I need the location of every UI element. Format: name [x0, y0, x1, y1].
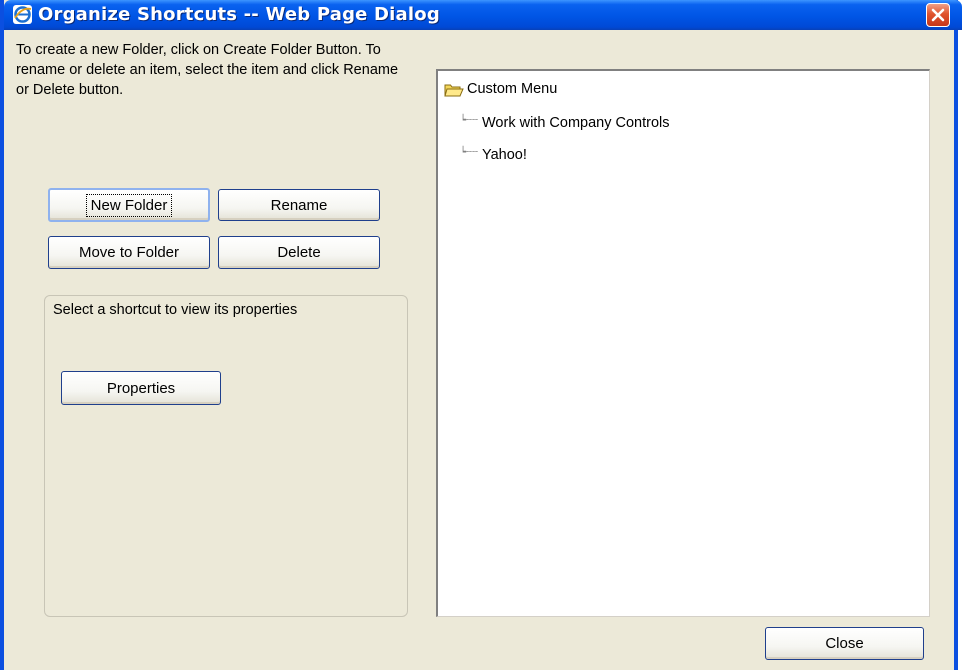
delete-button[interactable]: Delete	[218, 236, 380, 269]
rename-label: Rename	[270, 196, 328, 214]
ie-icon	[13, 5, 32, 24]
move-to-folder-button[interactable]: Move to Folder	[48, 236, 210, 269]
move-to-folder-label: Move to Folder	[78, 244, 180, 261]
properties-panel-label: Select a shortcut to view its properties	[53, 302, 298, 318]
close-icon[interactable]	[926, 3, 950, 27]
rename-button[interactable]: Rename	[218, 189, 380, 221]
tree-connector: ┕┄┄	[460, 147, 479, 158]
tree-connector: ┕┄┄	[460, 115, 479, 126]
folder-open-icon	[444, 82, 464, 102]
window-title: Organize Shortcuts -- Web Page Dialog	[38, 4, 440, 25]
title-bar[interactable]: Organize Shortcuts -- Web Page Dialog	[4, 0, 962, 30]
tree-node-label: Work with Company Controls	[482, 115, 670, 131]
tree-node-label: Yahoo!	[482, 147, 527, 163]
instructions-text: To create a new Folder, click on Create …	[16, 42, 399, 98]
shortcuts-tree[interactable]: Custom Menu ┕┄┄ Work with Company Contro…	[436, 69, 930, 617]
properties-label: Properties	[106, 379, 176, 397]
new-folder-button[interactable]: New Folder	[48, 188, 210, 222]
delete-label: Delete	[277, 244, 321, 261]
tree-node-label: Custom Menu	[467, 81, 558, 97]
new-folder-label: New Folder	[85, 193, 173, 217]
close-label: Close	[825, 635, 864, 652]
close-button[interactable]: Close	[765, 627, 924, 660]
dialog-window: Organize Shortcuts -- Web Page Dialog To…	[0, 0, 962, 670]
properties-panel: Select a shortcut to view its properties…	[44, 295, 408, 617]
properties-button[interactable]: Properties	[61, 371, 221, 405]
